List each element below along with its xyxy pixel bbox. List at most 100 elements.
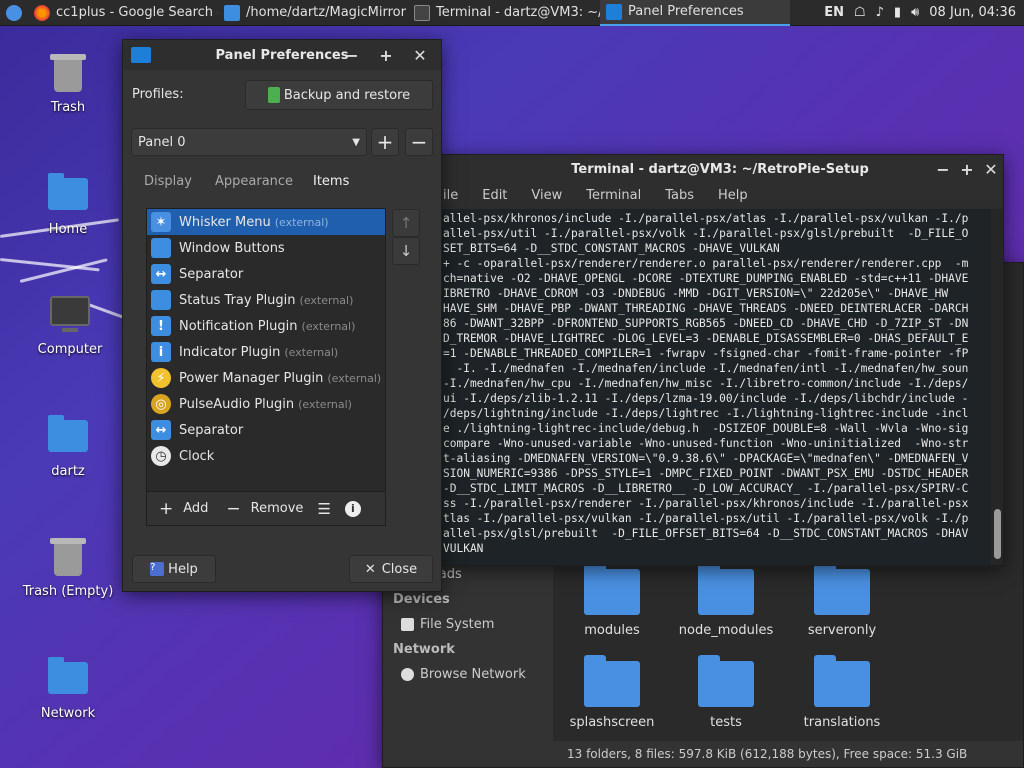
- panel-item-row[interactable]: Status Tray Plugin (external): [147, 287, 385, 313]
- folder-item[interactable]: serveronly: [787, 563, 897, 638]
- desktop-icon-label: Trash (Empty): [22, 584, 114, 599]
- desktop-icon-home[interactable]: Home: [8, 172, 128, 237]
- terminal-line: t-aliasing -DMEDNAFEN_VERSION=\"0.9.38.6…: [443, 452, 969, 465]
- panel-item-name: Clock: [179, 448, 215, 464]
- folder-item[interactable]: splashscreen: [557, 655, 667, 730]
- battery-icon[interactable]: ▮: [894, 5, 901, 20]
- taskbar-item-file-manager[interactable]: /home/dartz/MagicMirror: [218, 0, 408, 26]
- terminal-line: =1 -DENABLE_THREADED_COMPILER=1 -fwrapv …: [443, 347, 969, 360]
- sidebar-item-browse-network[interactable]: Browse Network: [401, 667, 526, 682]
- window-controls: − + ✕: [335, 40, 437, 70]
- panel-item-row[interactable]: ✶ Whisker Menu (external): [147, 209, 385, 235]
- network-icon[interactable]: ☖: [854, 5, 866, 20]
- volume-icon[interactable]: 🔊︎: [911, 5, 919, 20]
- folder-icon: [698, 563, 754, 615]
- panel-item-row[interactable]: ↔ Separator: [147, 261, 385, 287]
- backup-icon: [267, 87, 280, 103]
- folder-icon: [584, 563, 640, 615]
- sidebar-header-network: Network: [393, 642, 455, 657]
- desktop-icon-computer[interactable]: Computer: [10, 292, 130, 357]
- folder-item[interactable]: modules: [557, 563, 667, 638]
- terminal-line: D_TREMOR -DHAVE_LIGHTREC -DLOG_LEVEL=3 -…: [443, 332, 969, 345]
- backup-restore-button[interactable]: Backup and restore: [245, 80, 433, 110]
- add-item-button[interactable]: + Add: [151, 499, 216, 519]
- folder-item[interactable]: translations: [787, 655, 897, 730]
- tab-display[interactable]: Display: [144, 174, 192, 189]
- terminal-line: compare -Wno-unused-variable -Wno-unused…: [443, 437, 969, 450]
- move-down-button[interactable]: ↓: [392, 237, 420, 265]
- panel-item-name: Notification Plugin: [179, 318, 298, 334]
- panel-item-row[interactable]: ! Notification Plugin (external): [147, 313, 385, 339]
- terminal-line: -D__STDC_LIMIT_MACROS -D__LIBRETRO__ -D_…: [443, 482, 969, 495]
- panel-item-row[interactable]: ↔ Separator: [147, 417, 385, 443]
- taskbar-item-label: /home/dartz/MagicMirror: [246, 5, 406, 20]
- menu-view[interactable]: View: [519, 188, 574, 203]
- plugin-icon: ↔: [151, 264, 171, 284]
- desktop-icon-dartz[interactable]: dartz: [8, 414, 128, 479]
- close-dialog-button[interactable]: ✕ Close: [349, 555, 433, 583]
- maximize-button[interactable]: +: [955, 155, 979, 183]
- folder-icon: [584, 655, 640, 707]
- terminal-line: + -c -oparallel-psx/renderer/renderer.o …: [443, 257, 969, 270]
- terminal-titlebar[interactable]: Terminal - dartz@VM3: ~/RetroPie-Setup −…: [437, 155, 1003, 183]
- clock[interactable]: 08 Jun, 04:36: [929, 5, 1016, 20]
- home-folder-icon: [46, 414, 90, 458]
- desktop-icon-trash[interactable]: Trash: [8, 50, 128, 115]
- trash-icon: [46, 50, 90, 94]
- terminal-line: VULKAN: [443, 542, 484, 555]
- top-panel: cc1plus - Google Search —... /home/dartz…: [0, 0, 1024, 26]
- taskbar-item-panel-preferences[interactable]: Panel Preferences: [600, 0, 790, 26]
- help-button[interactable]: ? Help: [132, 555, 216, 583]
- folder-item[interactable]: node_modules: [671, 563, 781, 638]
- tab-appearance[interactable]: Appearance: [215, 174, 293, 189]
- close-button[interactable]: ✕: [403, 40, 437, 70]
- move-up-button[interactable]: ↑: [392, 209, 420, 237]
- computer-icon: [48, 292, 92, 336]
- panel-preferences-window: Panel Preferences − + ✕ Profiles: Backup…: [122, 39, 442, 592]
- maximize-button[interactable]: +: [369, 40, 403, 70]
- panel-item-row[interactable]: ◎ PulseAudio Plugin (external): [147, 391, 385, 417]
- add-panel-button[interactable]: +: [371, 128, 399, 156]
- menu-file[interactable]: ile: [441, 188, 470, 203]
- terminal-line: IBRETRO -DHAVE_CDROM -O3 -DNDEBUG -MMD -…: [443, 287, 949, 300]
- panel-item-row[interactable]: ◷ Clock: [147, 443, 385, 469]
- remove-panel-button[interactable]: −: [405, 128, 433, 156]
- folder-item[interactable]: tests: [671, 655, 781, 730]
- keyboard-layout[interactable]: EN: [824, 5, 844, 20]
- panel-select[interactable]: Panel 0 ▼: [131, 128, 367, 156]
- sidebar-item-file-system[interactable]: File System: [401, 617, 494, 632]
- desktop-icon-network[interactable]: Network: [8, 656, 128, 721]
- taskbar-item-browser[interactable]: cc1plus - Google Search —...: [28, 0, 218, 26]
- terminal-scrollbar[interactable]: [991, 209, 1003, 565]
- notification-bell-icon[interactable]: ♪: [876, 5, 884, 20]
- minimize-button[interactable]: −: [931, 155, 955, 183]
- help-icon: ?: [150, 562, 165, 576]
- list-icon[interactable]: ☰: [313, 500, 334, 518]
- scrollbar-thumb[interactable]: [994, 509, 1001, 559]
- plugin-icon: [151, 290, 171, 310]
- menu-terminal[interactable]: Terminal: [574, 188, 653, 203]
- taskbar-item-terminal[interactable]: Terminal - dartz@VM3: ~/R...: [408, 0, 600, 26]
- info-icon[interactable]: i: [344, 500, 361, 517]
- menu-help[interactable]: Help: [706, 188, 760, 203]
- close-button[interactable]: ✕: [979, 155, 1003, 183]
- panel-item-row[interactable]: Window Buttons: [147, 235, 385, 261]
- panel-preferences-titlebar[interactable]: Panel Preferences − + ✕: [123, 40, 441, 70]
- system-tray: EN ☖ ♪ ▮ 🔊︎ 08 Jun, 04:36: [824, 5, 1024, 20]
- terminal-line: ui -I./deps/zlib-1.2.11 -I./deps/lzma-19…: [443, 392, 969, 405]
- minimize-button[interactable]: −: [335, 40, 369, 70]
- panel-item-name: Window Buttons: [179, 240, 285, 256]
- terminal-output[interactable]: allel-psx/khronos/include -I./parallel-p…: [437, 209, 993, 565]
- panel-item-name: Indicator Plugin: [179, 344, 281, 360]
- panel-item-row[interactable]: ⚡ Power Manager Plugin (external): [147, 365, 385, 391]
- whisker-menu-button[interactable]: [0, 0, 28, 26]
- desktop-icon-trash-empty[interactable]: Trash (Empty): [8, 534, 128, 599]
- menu-edit[interactable]: Edit: [470, 188, 519, 203]
- panel-item-row[interactable]: i Indicator Plugin (external): [147, 339, 385, 365]
- desktop-icon-label: dartz: [51, 464, 85, 479]
- menu-tabs[interactable]: Tabs: [653, 188, 706, 203]
- remove-item-button[interactable]: − Remove: [218, 499, 311, 519]
- terminal-icon: [414, 4, 430, 21]
- tab-items[interactable]: Items: [313, 174, 349, 189]
- panel-item-external-tag: (external): [298, 397, 352, 411]
